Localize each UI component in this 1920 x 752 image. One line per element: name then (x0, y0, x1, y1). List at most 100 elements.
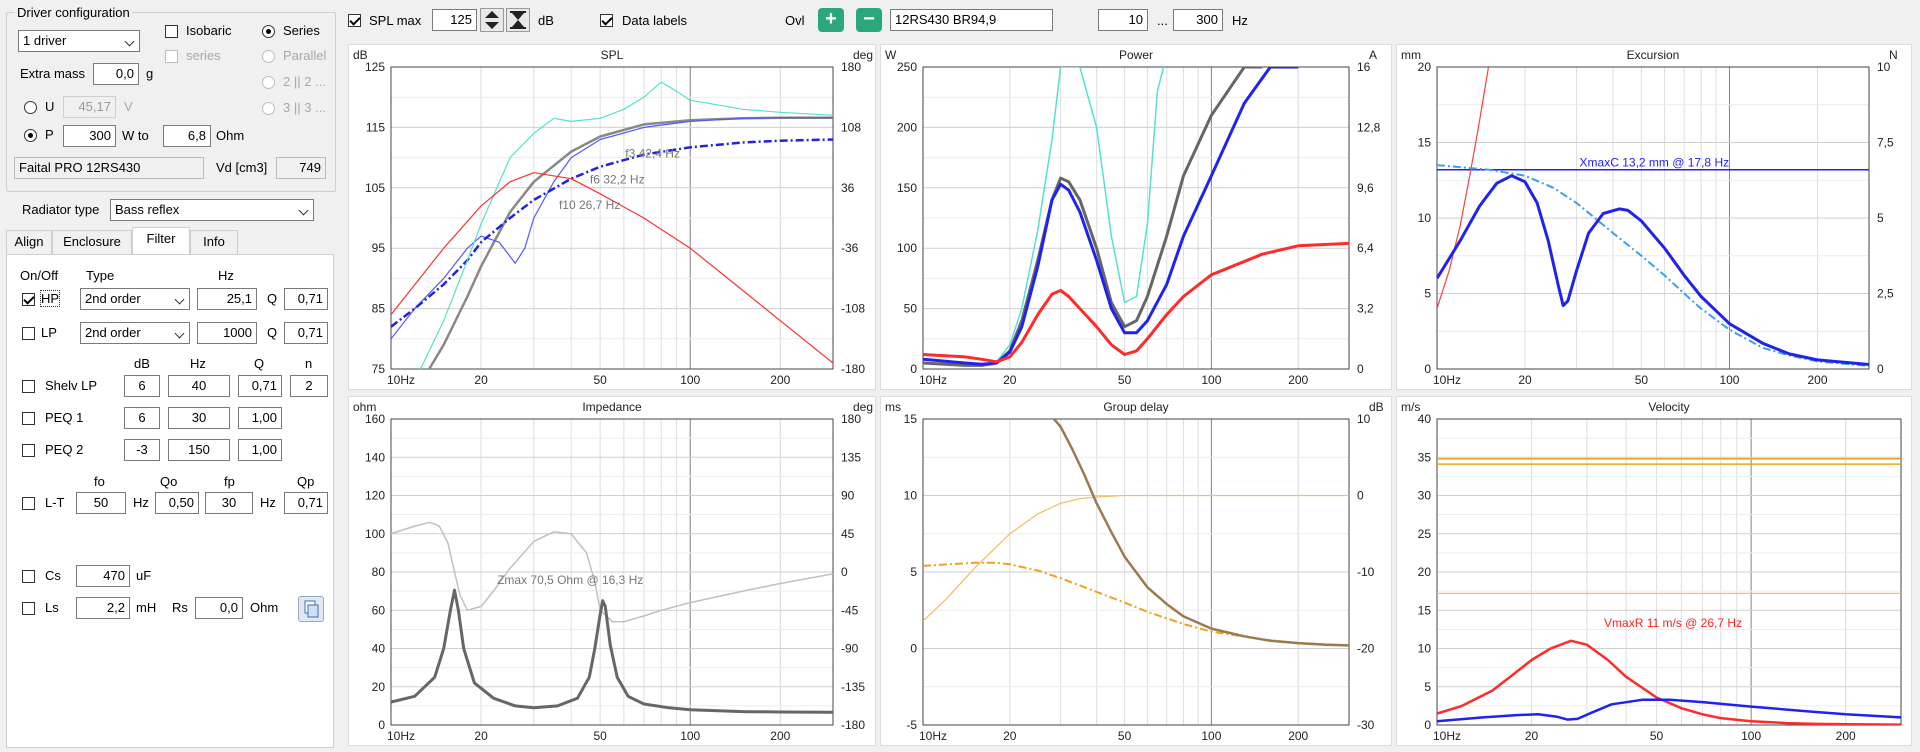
lp-checkbox[interactable] (22, 327, 35, 340)
parallel-3-radio[interactable] (262, 102, 275, 115)
shelv-db-input[interactable]: 6 (124, 375, 160, 397)
peq1-hz-input[interactable]: 30 (168, 407, 230, 429)
parallel-radio[interactable] (262, 50, 275, 63)
hp-checkbox[interactable] (22, 293, 35, 306)
y2-tick-label: 7,5 (1877, 136, 1894, 150)
rs-unit: Ohm (250, 600, 279, 615)
shelv-hz-input[interactable]: 40 (168, 375, 230, 397)
lt-fo-input[interactable]: 50 (76, 492, 126, 514)
tab-info[interactable]: Info (190, 230, 238, 254)
x-tick-label: 10Hz (919, 729, 947, 743)
y-tick-label: 0 (910, 642, 917, 656)
y2-tick-label: -30 (1357, 718, 1375, 732)
p-radio[interactable] (24, 129, 37, 142)
hp-hz-input[interactable]: 25,1 (197, 288, 257, 310)
u-radio[interactable] (24, 101, 37, 114)
copy-button[interactable] (298, 596, 324, 622)
tab-align[interactable]: Align (6, 230, 52, 254)
y2-tick-label: 9,6 (1357, 181, 1374, 195)
series-checkbox[interactable] (165, 50, 178, 63)
peq1-checkbox[interactable] (22, 412, 35, 425)
peq1-db-input[interactable]: 6 (124, 407, 160, 429)
freq-max-input[interactable]: 300 (1173, 9, 1223, 31)
peq1-q-input[interactable]: 1,00 (238, 407, 282, 429)
y-tick-label: 25 (1418, 527, 1432, 541)
y-tick-label: 20 (1418, 60, 1432, 74)
spl-fit-button[interactable] (506, 8, 530, 32)
rs-input[interactable]: 0,0 (195, 597, 243, 619)
series-radio[interactable] (262, 25, 275, 38)
overlay-add-button[interactable]: + (818, 8, 844, 32)
y2-tick-label: 10 (1877, 60, 1891, 74)
excursion-series-3 (1437, 174, 1869, 366)
y-tick-label: 105 (365, 181, 385, 195)
ls-checkbox[interactable] (22, 602, 35, 615)
y-axis-label: m/s (1401, 400, 1420, 414)
data-labels-checkbox[interactable] (600, 14, 613, 27)
u-input[interactable]: 45,17 (63, 96, 116, 118)
y2-tick-label: 5 (1877, 211, 1884, 225)
peq2-q-input[interactable]: 1,00 (238, 439, 282, 461)
peq2-checkbox[interactable] (22, 444, 35, 457)
tab-enclosure[interactable]: Enclosure (52, 230, 132, 254)
lt-hz2-label: Hz (260, 495, 276, 510)
y-tick-label: 250 (897, 60, 917, 74)
p-label: P (45, 127, 54, 142)
y2-tick-label: -180 (841, 362, 865, 376)
overlay-remove-button[interactable]: − (856, 8, 882, 32)
lp-q-input[interactable]: 0,71 (284, 322, 328, 344)
drivers-select[interactable]: 1 driver (18, 30, 140, 52)
model-name-input[interactable]: 12RS430 BR94,9 (890, 9, 1053, 31)
x-tick-label: 50 (1118, 729, 1132, 743)
freq-min-input[interactable]: 10 (1098, 9, 1148, 31)
hp-q-input[interactable]: 0,71 (284, 288, 328, 310)
extra-mass-input[interactable]: 0,0 (93, 63, 139, 85)
lt-qo-input[interactable]: 0,50 (155, 492, 199, 514)
hp-type-select[interactable]: 2nd order (80, 288, 190, 310)
y2-tick-label: 45 (841, 527, 855, 541)
cs-checkbox[interactable] (22, 570, 35, 583)
x-tick-label: 100 (1741, 729, 1761, 743)
y2-axis-label: deg (853, 400, 873, 414)
ls-input[interactable]: 2,2 (76, 597, 130, 619)
shelv-n-input[interactable]: 2 (290, 375, 328, 397)
y2-axis-label: deg (853, 48, 873, 62)
parallel-2-radio[interactable] (262, 76, 275, 89)
peq2-hz-input[interactable]: 150 (168, 439, 230, 461)
y-tick-label: 20 (1418, 565, 1432, 579)
radiator-type-select[interactable]: Bass reflex (110, 199, 314, 221)
lp-hz-input[interactable]: 1000 (197, 322, 257, 344)
isobaric-checkbox[interactable] (165, 25, 178, 38)
data-labels-label: Data labels (622, 13, 688, 28)
spl-max-checkbox[interactable] (348, 14, 361, 27)
y2-tick-label: 180 (841, 412, 861, 426)
spl-max-input[interactable]: 125 (432, 9, 477, 31)
y-axis-label: W (885, 48, 897, 62)
lt-checkbox[interactable] (22, 497, 35, 510)
annotation-label: XmaxC 13,2 mm @ 17,8 Hz (1580, 156, 1730, 170)
velocity-chart: 40 35 30 25 20 15 10 5 0 10Hz 20 50 100 200 Velocity m/… (1396, 396, 1912, 746)
y-tick-label: 160 (365, 412, 385, 426)
x-tick-label: 200 (1836, 729, 1856, 743)
y2-tick-label: -10 (1357, 565, 1375, 579)
cs-input[interactable]: 470 (76, 565, 130, 587)
y2-tick-label: 6,4 (1357, 241, 1374, 255)
tab-filter[interactable]: Filter (132, 227, 190, 255)
y2-axis-label: dB (1369, 400, 1384, 414)
lp-q-label: Q (267, 325, 278, 340)
impedance-series-1 (391, 588, 833, 714)
ohm-unit: Ohm (216, 128, 245, 143)
lt-fp-input[interactable]: 30 (205, 492, 253, 514)
cs-label: Cs (45, 568, 61, 583)
lt-qp-input[interactable]: 0,71 (284, 492, 328, 514)
vd-field[interactable]: 749 (276, 157, 326, 179)
driver-name-field[interactable]: Faital PRO 12RS430 (14, 157, 204, 179)
ohm-input[interactable]: 6,8 (163, 125, 211, 147)
p-input[interactable]: 300 (63, 125, 116, 147)
spl-stepper-button[interactable] (480, 8, 504, 32)
shelv-q-input[interactable]: 0,71 (238, 375, 282, 397)
shelv-checkbox[interactable] (22, 380, 35, 393)
peq2-db-input[interactable]: -3 (124, 439, 160, 461)
driver-config-title: Driver configuration (15, 5, 132, 20)
lp-type-select[interactable]: 2nd order (80, 322, 190, 344)
